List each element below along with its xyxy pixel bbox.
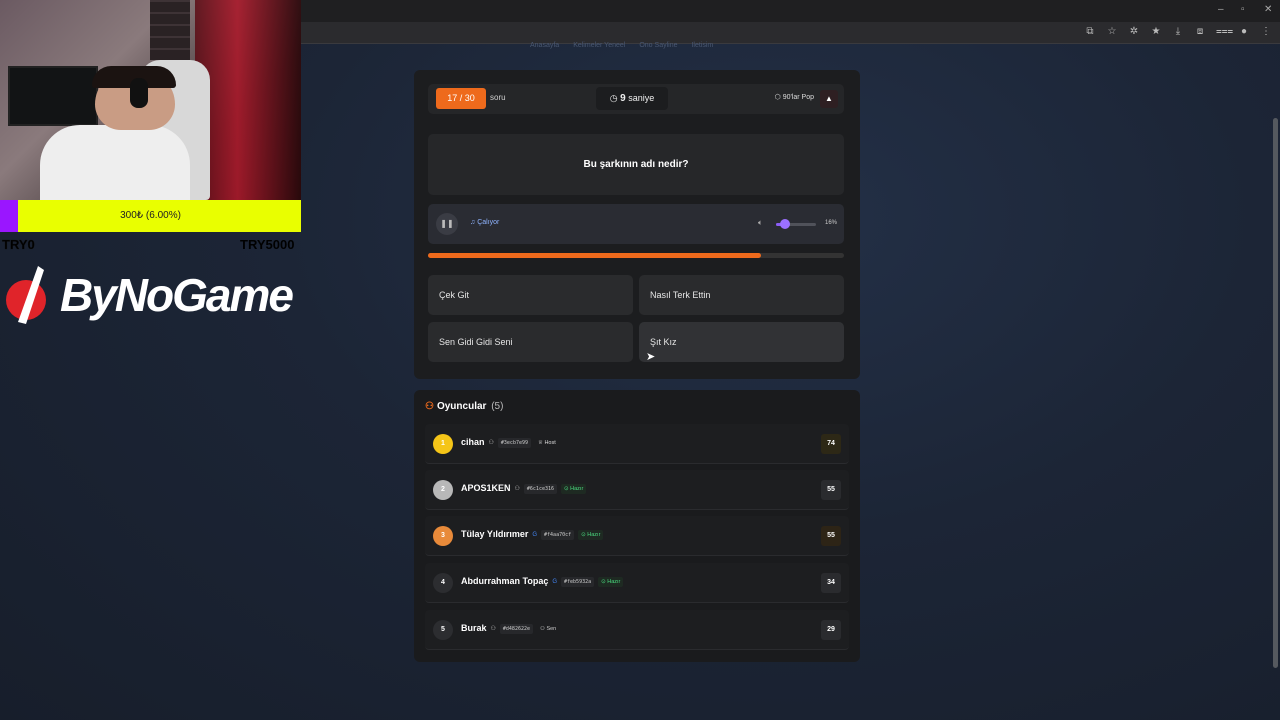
answer-option-1[interactable]: Çek Git: [428, 275, 633, 315]
rank-badge: 2: [433, 480, 453, 500]
pause-icon[interactable]: ❚❚: [436, 213, 458, 235]
player-score: 55: [821, 480, 841, 500]
status-badge: ⚇ Sen: [540, 625, 557, 632]
player-id: #d482622e: [499, 623, 533, 634]
player-id: #f4aa70cf: [541, 529, 575, 540]
timer-value: 9: [620, 93, 626, 104]
song-progress-bar: [428, 253, 844, 258]
player-id: #6c1ce316: [523, 483, 557, 494]
minimize-icon[interactable]: –: [1218, 4, 1224, 15]
webcam-feed: [0, 0, 301, 200]
users-icon: ⚇: [425, 401, 434, 412]
menu-dots-icon[interactable]: ⋮: [1260, 26, 1272, 37]
filter-icon[interactable]: ⩶: [1216, 26, 1233, 37]
donation-goal-bar: 300₺ (6.00%): [0, 200, 301, 232]
player-name: Abdurrahman Topaç: [461, 576, 549, 586]
sponsor-logo: ByNoGame: [4, 262, 304, 328]
timer: ◷ 9 saniye: [596, 87, 668, 110]
players-heading: ⚇ Oyuncular (5): [425, 401, 503, 412]
player-row: 4 Abdurrahman Topaç G #feb5932a ⊙ Hazır 34: [425, 563, 849, 603]
donation-goal-text: 300₺ (6.00%): [120, 210, 181, 221]
profile-icon[interactable]: ●: [1238, 26, 1250, 37]
player-score: 34: [821, 573, 841, 593]
close-icon[interactable]: ✕: [1264, 4, 1272, 15]
quiz-card: 17 / 30 soru ◷ 9 saniye ⬡ 90'lar Pop ▲ B…: [414, 70, 860, 379]
clock-icon: ◷: [609, 93, 618, 103]
players-title: Oyuncular: [436, 401, 487, 412]
playing-status: ♫ Çalıyor: [470, 219, 500, 226]
download-icon[interactable]: ⤓: [1172, 26, 1184, 37]
player-info: Burak ⚇ #d482622e ⚇ Sen: [461, 623, 559, 634]
bynogame-logo-icon: [6, 266, 46, 324]
nav-link-contact[interactable]: Iletisim: [691, 42, 713, 49]
timer-label: saniye: [628, 93, 655, 103]
player-row: 3 Tülay Yıldırımer G #f4aa70cf ⊙ Hazır 55: [425, 516, 849, 556]
status-badge: ♕ Host: [538, 439, 556, 446]
user-icon: ⚇: [488, 440, 494, 447]
nav-link-words[interactable]: Kelimeler Yeneel: [573, 42, 625, 49]
answer-option-4[interactable]: Şıt Kız: [639, 322, 844, 362]
question-text: Bu şarkının adı nedir?: [428, 134, 844, 195]
rank-badge: 5: [433, 620, 453, 640]
google-icon: G: [532, 531, 538, 538]
google-icon: G: [552, 578, 558, 585]
donation-max-label: TRY5000: [240, 237, 295, 252]
nav-link-home[interactable]: Anasayfa: [530, 42, 559, 49]
page-scrollbar[interactable]: [1273, 118, 1278, 668]
player-row: 5 Burak ⚇ #d482622e ⚇ Sen 29: [425, 610, 849, 650]
audio-player: ❚❚ ♫ Çalıyor 🔈︎ 16%: [428, 204, 844, 244]
status-badge: ⊙ Hazır: [561, 483, 587, 494]
rank-badge: 4: [433, 573, 453, 593]
player-row: 2 APOS1KEN ⚇ #6c1ce316 ⊙ Hazır 55: [425, 470, 849, 510]
rank-badge: 3: [433, 526, 453, 546]
volume-icon[interactable]: 🔈︎: [758, 218, 763, 228]
extensions-icon[interactable]: ✲: [1128, 26, 1140, 37]
bookmark-star-icon[interactable]: ☆: [1106, 26, 1118, 37]
player-id: #feb5932a: [561, 576, 595, 587]
status-badge: ⊙ Hazır: [598, 576, 624, 587]
song-progress-fill: [428, 253, 761, 258]
player-id: #3ecb7e99: [497, 437, 531, 448]
rank-badge: 1: [433, 434, 453, 454]
question-counter-label: soru: [490, 93, 506, 102]
answer-option-2[interactable]: Nasıl Terk Ettin: [639, 275, 844, 315]
answer-option-3[interactable]: Sen Gidi Gidi Seni: [428, 322, 633, 362]
category-label: 90'lar Pop: [782, 94, 814, 101]
players-count: (5): [491, 401, 504, 412]
mouse-cursor-icon: ➤: [646, 351, 656, 363]
donation-min-label: TRY0: [2, 237, 35, 252]
brand-name: ByNoGame: [60, 269, 294, 321]
player-score: 74: [821, 434, 841, 454]
site-nav: Anasayfa Kelimeler Yeneel Ono Sayline Il…: [530, 42, 713, 49]
category-tag: ⬡ 90'lar Pop: [775, 93, 814, 101]
report-button[interactable]: ▲: [820, 90, 838, 108]
user-icon: ⚇: [514, 486, 520, 493]
status-badge: ⊙ Hazır: [578, 529, 604, 540]
player-name: Burak: [461, 623, 487, 633]
question-counter: 17 / 30: [436, 88, 486, 109]
player-info: Abdurrahman Topaç G #feb5932a ⊙ Hazır: [461, 576, 624, 587]
nav-link-songs[interactable]: Ono Sayline: [639, 42, 677, 49]
player-info: cihan ⚇ #3ecb7e99 ♕ Host: [461, 437, 559, 448]
user-icon: ⚇: [490, 626, 496, 633]
player-name: cihan: [461, 437, 485, 447]
player-name: Tülay Yıldırımer: [461, 529, 529, 539]
player-info: APOS1KEN ⚇ #6c1ce316 ⊙ Hazır: [461, 483, 587, 494]
player-score: 55: [821, 526, 841, 546]
volume-percent: 16%: [825, 220, 838, 226]
players-panel: ⚇ Oyuncular (5) 1 cihan ⚇ #3ecb7e99 ♕ Host 7…: [414, 390, 860, 662]
quiz-header: 17 / 30 soru ◷ 9 saniye ⬡ 90'lar Pop ▲: [428, 84, 844, 114]
player-name: APOS1KEN: [461, 483, 511, 493]
translate-icon[interactable]: ⧈: [1194, 26, 1206, 37]
install-icon[interactable]: ⧉: [1084, 26, 1096, 37]
maximize-icon[interactable]: ▫: [1241, 4, 1245, 15]
volume-slider-handle[interactable]: [780, 219, 790, 229]
favorites-icon[interactable]: ★: [1150, 26, 1162, 37]
tag-icon: ⬡: [774, 94, 781, 101]
player-row: 1 cihan ⚇ #3ecb7e99 ♕ Host 74: [425, 424, 849, 464]
player-info: Tülay Yıldırımer G #f4aa70cf ⊙ Hazır: [461, 529, 604, 540]
player-score: 29: [821, 620, 841, 640]
